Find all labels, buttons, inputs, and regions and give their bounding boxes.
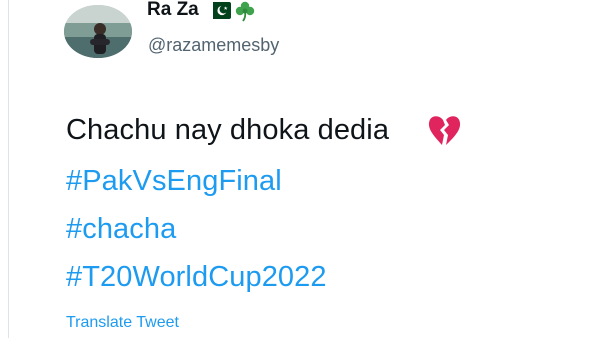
author-display-name[interactable]: Ra Za bbox=[147, 0, 199, 21]
tweet-card: Ra Za @razamemesby Chachu nay dhoka dedi… bbox=[0, 0, 600, 338]
shamrock-icon bbox=[235, 1, 255, 22]
left-divider bbox=[8, 0, 9, 338]
translate-tweet-link[interactable]: Translate Tweet bbox=[66, 314, 179, 332]
broken-heart-icon bbox=[428, 116, 461, 145]
hashtag-link[interactable]: #chacha bbox=[66, 212, 176, 246]
hashtag-link[interactable]: #T20WorldCup2022 bbox=[66, 260, 327, 294]
author-handle[interactable]: @razamemesby bbox=[148, 35, 279, 56]
avatar[interactable] bbox=[64, 5, 132, 58]
hashtag-link[interactable]: #PakVsEngFinal bbox=[66, 164, 282, 198]
pakistan-flag-icon bbox=[207, 2, 231, 19]
tweet-text: Chachu nay dhoka dedia bbox=[66, 114, 390, 146]
